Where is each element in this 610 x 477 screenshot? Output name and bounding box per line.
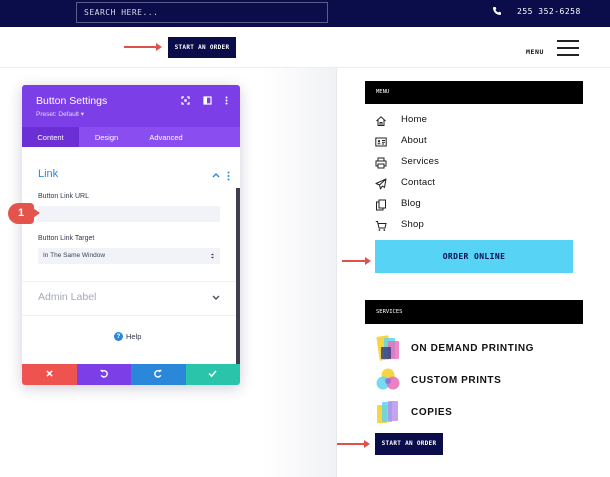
service-custom-prints[interactable]: CUSTOM PRINTS: [375, 367, 585, 395]
phone-number[interactable]: 255 352-6258: [517, 7, 581, 16]
target-select[interactable]: In The Same Window: [38, 248, 220, 264]
save-button[interactable]: [185, 364, 240, 385]
home-icon: [376, 116, 386, 126]
tab-design[interactable]: Design: [79, 127, 134, 147]
target-field-label: Button Link Target: [38, 235, 95, 242]
checkmark-icon: [208, 370, 217, 378]
chevron-up-icon[interactable]: [212, 172, 220, 178]
discard-button[interactable]: [22, 364, 77, 385]
fullscreen-icon[interactable]: [181, 96, 190, 105]
link-section-title[interactable]: Link: [38, 168, 58, 180]
section-options-icon[interactable]: [227, 171, 230, 181]
pointer-arrow: [337, 440, 370, 448]
close-icon: [46, 370, 53, 377]
column-divider: [336, 68, 337, 477]
start-order-sidebar-button[interactable]: START AN ORDER: [375, 433, 443, 455]
menu-item-label: Services: [401, 156, 440, 167]
copies-icon: [377, 401, 398, 423]
tab-advanced[interactable]: Advanced: [134, 127, 198, 147]
printer-icon: [375, 157, 387, 169]
menu-item-contact[interactable]: Contact: [375, 177, 575, 191]
service-copies[interactable]: COPIES: [375, 399, 585, 427]
panel-header[interactable]: Button Settings Preset: Default ▾: [22, 85, 240, 127]
target-select-value: In The Same Window: [43, 252, 106, 259]
tab-content[interactable]: Content: [22, 127, 79, 147]
paper-plane-icon: [375, 178, 387, 190]
help-icon[interactable]: ?: [114, 332, 123, 341]
search-input[interactable]: SEARCH HERE...: [76, 2, 328, 23]
redo-icon: [153, 369, 162, 378]
pointer-arrow: [342, 257, 371, 265]
url-field-label: Button Link URL: [38, 193, 89, 200]
top-bar: SEARCH HERE... 255 352-6258: [0, 0, 610, 27]
hamburger-icon[interactable]: [557, 40, 579, 56]
help-link[interactable]: Help: [126, 332, 141, 341]
menu-item-shop[interactable]: Shop: [375, 219, 575, 233]
admin-label-section-title[interactable]: Admin Label: [38, 291, 96, 303]
menu-item-label: Contact: [401, 177, 436, 188]
menu-label[interactable]: MENU: [526, 48, 544, 56]
menu-item-home[interactable]: Home: [375, 114, 575, 128]
pointer-arrow: [124, 43, 162, 51]
custom-prints-icon: [376, 368, 400, 390]
documents-icon: [376, 199, 386, 211]
separator: [22, 315, 236, 316]
order-online-button[interactable]: ORDER ONLINE: [375, 240, 573, 273]
select-arrows-icon: [210, 253, 215, 259]
start-order-button[interactable]: START AN ORDER: [168, 37, 236, 58]
panel-tabs: Content Design Advanced: [22, 127, 240, 147]
undo-button[interactable]: [76, 364, 131, 385]
site-header: [0, 27, 610, 68]
separator: [22, 281, 236, 282]
service-label: ON DEMAND PRINTING: [411, 343, 535, 354]
service-label: COPIES: [411, 407, 453, 418]
chevron-down-icon[interactable]: [212, 295, 220, 301]
url-input[interactable]: [38, 206, 220, 222]
menu-item-label: Home: [401, 114, 428, 125]
services-widget-heading: SERVICES: [365, 300, 583, 324]
menu-item-blog[interactable]: Blog: [375, 198, 575, 212]
phone-icon: [493, 7, 501, 15]
undo-icon: [100, 369, 109, 378]
panel-title: Button Settings: [36, 95, 108, 107]
menu-item-services[interactable]: Services: [375, 156, 575, 170]
panel-scrollbar[interactable]: [236, 188, 240, 364]
service-label: CUSTOM PRINTS: [411, 375, 502, 386]
menu-item-label: Shop: [401, 219, 424, 230]
menu-item-about[interactable]: About: [375, 135, 575, 149]
id-card-icon: [375, 137, 387, 147]
cart-icon: [375, 221, 387, 231]
step-badge: 1: [8, 203, 40, 224]
menu-item-label: About: [401, 135, 427, 146]
menu-item-label: Blog: [401, 198, 421, 209]
more-options-icon[interactable]: [222, 96, 231, 105]
printing-icon: [376, 335, 399, 361]
split-view-icon[interactable]: [203, 96, 212, 105]
service-on-demand-printing[interactable]: ON DEMAND PRINTING: [375, 335, 585, 363]
button-settings-panel: Button Settings Preset: Default ▾ Conten…: [22, 85, 240, 385]
menu-widget-heading: MENU: [365, 81, 583, 104]
redo-button[interactable]: [131, 364, 186, 385]
preset-dropdown[interactable]: Preset: Default ▾: [36, 110, 84, 118]
